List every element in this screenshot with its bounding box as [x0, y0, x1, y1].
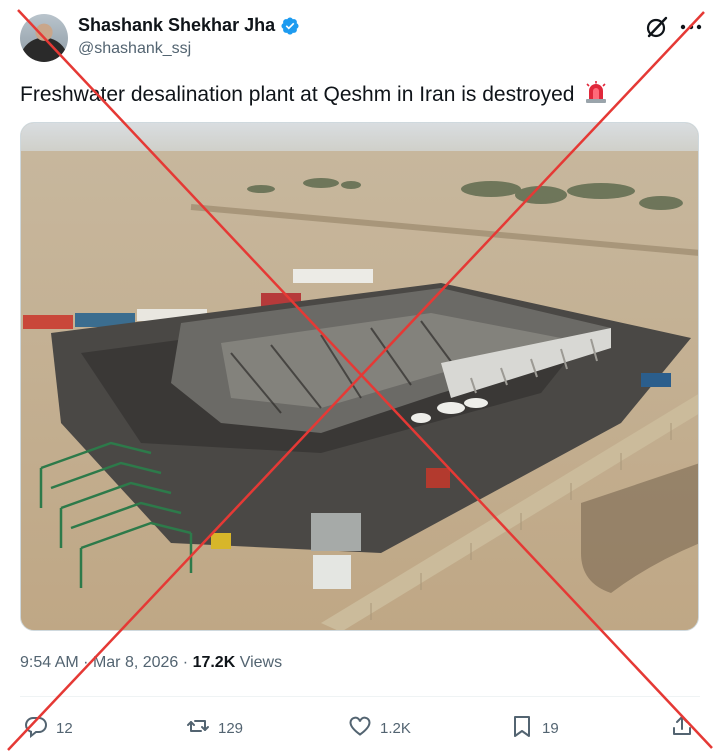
- destroyed-plant-photo: [21, 123, 698, 630]
- meta-separator: ·: [182, 654, 193, 671]
- reply-icon: [24, 714, 48, 742]
- post-meta: 9:54 AM · Mar 8, 2026 · 17.2K Views: [20, 654, 282, 672]
- verified-badge-icon: [280, 16, 300, 36]
- post-time[interactable]: 9:54 AM: [20, 654, 79, 671]
- reply-count: 12: [56, 719, 73, 737]
- share-button[interactable]: [670, 714, 694, 742]
- more-options-icon[interactable]: [678, 14, 704, 40]
- police-siren-emoji: [584, 80, 608, 110]
- meta-separator: ·: [83, 654, 93, 671]
- repost-count: 129: [218, 719, 244, 737]
- tweet-card: Shashank Shekhar Jha @shashank_ssj Fresh…: [0, 0, 720, 754]
- avatar[interactable]: [20, 14, 68, 62]
- views-label: Views: [239, 654, 283, 671]
- share-icon: [670, 714, 694, 742]
- bookmark-count: 19: [542, 719, 559, 737]
- repost-button[interactable]: 129: [186, 714, 243, 742]
- post-text-content: Freshwater desalination plant at Qeshm i…: [20, 83, 575, 106]
- divider: [20, 696, 700, 697]
- post-text: Freshwater desalination plant at Qeshm i…: [20, 80, 608, 110]
- author-display-name[interactable]: Shashank Shekhar Jha: [78, 15, 275, 36]
- bookmark-button[interactable]: 19: [510, 714, 559, 742]
- repost-icon: [186, 714, 210, 742]
- like-icon: [348, 714, 372, 742]
- reply-button[interactable]: 12: [24, 714, 73, 742]
- post-photo[interactable]: [20, 122, 699, 631]
- action-bar: 12 129 1.2K 19: [0, 708, 720, 748]
- like-button[interactable]: 1.2K: [348, 714, 411, 742]
- grok-icon[interactable]: [644, 14, 670, 40]
- like-count: 1.2K: [380, 719, 411, 737]
- author-handle[interactable]: @shashank_ssj: [78, 40, 191, 58]
- views-count: 17.2K: [192, 654, 236, 671]
- bookmark-icon: [510, 714, 534, 742]
- post-date[interactable]: Mar 8, 2026: [93, 654, 178, 671]
- author-name-row: Shashank Shekhar Jha: [78, 15, 300, 36]
